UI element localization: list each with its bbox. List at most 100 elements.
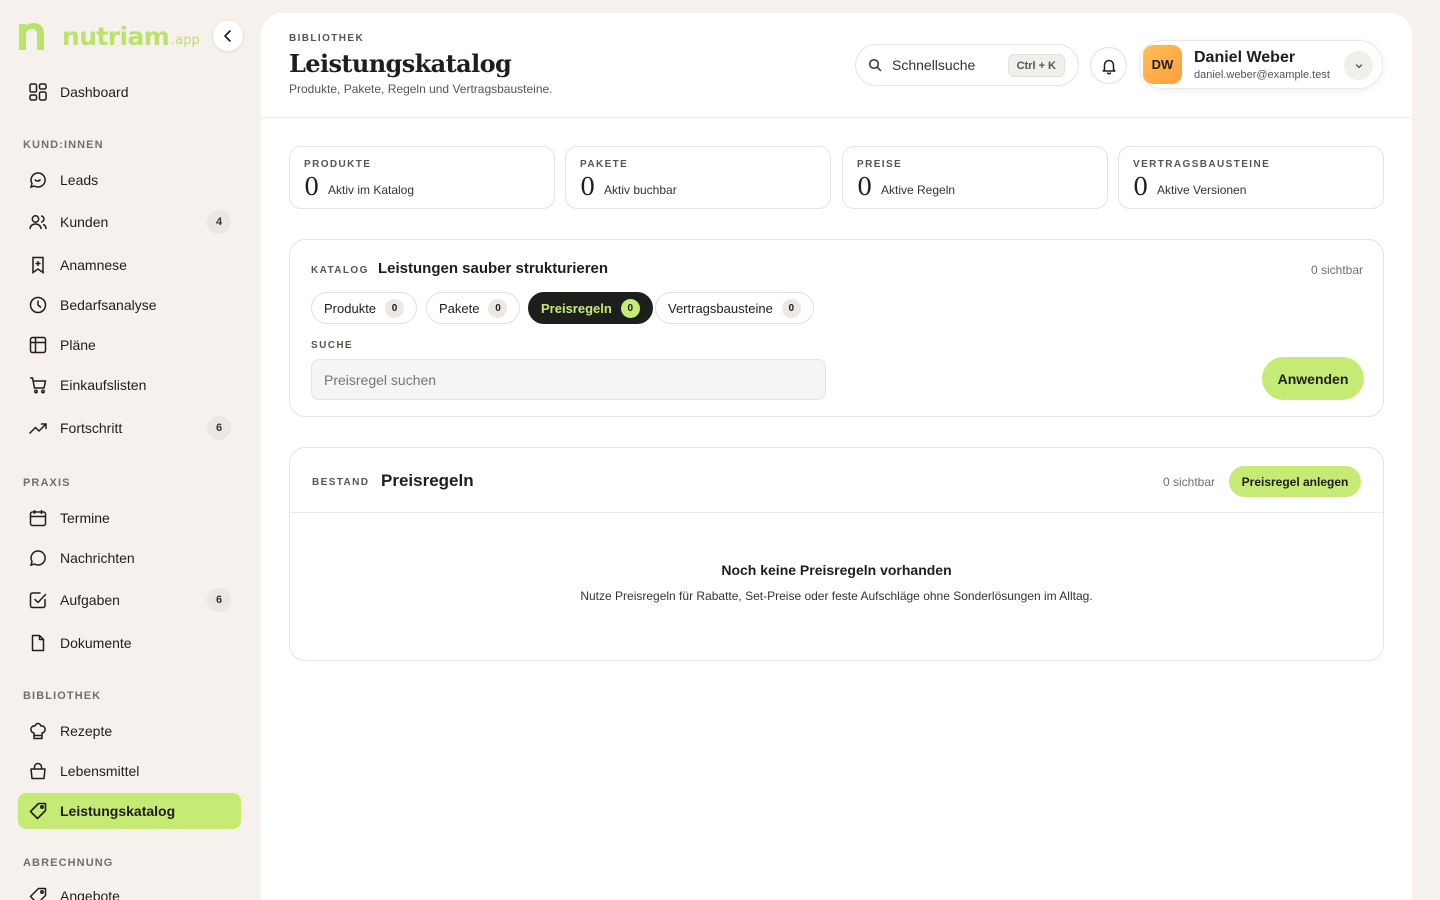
header-eyebrow: BIBLIOTHEK [289, 33, 365, 44]
sidebar-item-lebensmittel[interactable]: Lebensmittel [18, 753, 241, 789]
stat-label: Aktiv buchbar [604, 183, 677, 197]
sidebar-item-leads[interactable]: Leads [18, 162, 241, 198]
stat-card-prices: PREISE 0 Aktive Regeln [842, 146, 1108, 209]
search-label: SUCHE [311, 340, 354, 351]
notifications-button[interactable] [1090, 47, 1127, 84]
stat-eyebrow: PREISE [857, 159, 903, 170]
tab-count: 0 [385, 298, 405, 318]
stat-eyebrow: PAKETE [580, 159, 629, 170]
sidebar-item-plaene[interactable]: Pläne [18, 327, 241, 363]
quick-search-button[interactable]: Schnellsuche Ctrl + K [855, 44, 1079, 86]
sidebar-item-label: Dokumente [60, 635, 132, 651]
sidebar-item-label: Leistungskatalog [60, 803, 176, 819]
shortcut-hint: Ctrl + K [1007, 54, 1065, 77]
sidebar-item-fortschritt[interactable]: Fortschritt 6 [18, 410, 241, 446]
section-customers: KUND:INNEN [23, 139, 104, 151]
stat-eyebrow: VERTRAGSBAUSTEINE [1133, 159, 1271, 170]
inventory-card: BESTAND Preisregeln 0 sichtbar Preisrege… [289, 447, 1384, 661]
sidebar-item-label: Kunden [60, 214, 109, 230]
logo-mark-icon [19, 23, 44, 50]
catalog-search-input[interactable] [311, 359, 826, 400]
stat-card-contract-modules: VERTRAGSBAUSTEINE 0 Aktive Versionen [1118, 146, 1384, 209]
clock-icon [29, 296, 47, 314]
count-badge: 6 [207, 588, 231, 612]
chevron-left-icon [224, 30, 231, 42]
sidebar-item-label: Nachrichten [60, 550, 135, 566]
chef-hat-icon [30, 722, 46, 740]
sidebar-item-einkaufslisten[interactable]: Einkaufslisten [18, 367, 241, 403]
collapse-sidebar-button[interactable] [213, 21, 243, 51]
stat-value: 0 [304, 173, 320, 201]
logo-wordmark: nutriam [62, 22, 170, 51]
tab-produkte[interactable]: Produkte 0 [311, 292, 418, 324]
tag-icon [29, 802, 47, 820]
table-icon [29, 336, 47, 354]
inventory-eyebrow: BESTAND [312, 477, 370, 488]
tab-label: Preisregeln [541, 300, 612, 316]
sidebar-item-kunden[interactable]: Kunden 4 [18, 204, 241, 240]
grid-icon [29, 83, 47, 101]
sidebar-item-nachrichten[interactable]: Nachrichten [18, 540, 241, 576]
sidebar-item-label: Aufgaben [60, 592, 120, 608]
message-icon [29, 550, 46, 567]
sidebar-item-dashboard[interactable]: Dashboard [18, 74, 241, 110]
sidebar-item-label: Rezepte [60, 723, 113, 739]
sidebar-item-leistungskatalog[interactable]: Leistungskatalog [18, 793, 241, 829]
stat-value: 0 [1133, 173, 1149, 201]
stat-eyebrow: PRODUKTE [304, 159, 372, 170]
tab-count: 0 [781, 298, 801, 318]
tab-pakete[interactable]: Pakete 0 [426, 292, 521, 324]
logo[interactable]: nutriam .app [16, 18, 200, 52]
sidebar-item-label: Bedarfsanalyse [60, 297, 157, 313]
sidebar-item-label: Lebensmittel [60, 763, 140, 779]
stat-label: Aktive Regeln [881, 183, 956, 197]
tab-label: Vertragsbausteine [668, 300, 773, 316]
card-divider [290, 512, 1383, 513]
apply-button[interactable]: Anwenden [1262, 357, 1364, 400]
empty-state-title: Noch keine Preisregeln vorhanden [721, 562, 952, 578]
sidebar-item-termine[interactable]: Termine [18, 500, 241, 536]
catalog-visible-count: 0 sichtbar [1310, 263, 1363, 277]
sidebar-item-label: Leads [60, 172, 99, 188]
user-menu-toggle[interactable] [1344, 51, 1373, 80]
stat-label: Aktive Versionen [1157, 183, 1247, 197]
sidebar-item-label: Dashboard [60, 84, 129, 100]
sidebar-item-aufgaben[interactable]: Aufgaben 6 [18, 582, 241, 618]
inventory-title: Preisregeln [381, 471, 474, 490]
checkbox-icon [29, 592, 47, 609]
user-email: daniel.weber@example.test [1194, 69, 1330, 81]
catalog-title: Leistungen sauber strukturieren [378, 260, 609, 277]
tab-preisregeln[interactable]: Preisregeln 0 [528, 292, 653, 324]
sidebar-item-label: Einkaufslisten [60, 377, 147, 393]
inventory-visible-count: 0 sichtbar [1163, 475, 1216, 489]
page-subtitle: Produkte, Pakete, Regeln und Vertragsbau… [289, 82, 553, 96]
basket-icon [30, 762, 46, 780]
sidebar-item-dokumente[interactable]: Dokumente [18, 625, 241, 661]
tab-count: 0 [488, 298, 508, 318]
cart-icon [30, 377, 47, 394]
sidebar-item-rezepte[interactable]: Rezepte [18, 713, 241, 749]
count-badge: 4 [207, 210, 231, 234]
sidebar-item-label: Termine [60, 510, 110, 526]
calendar-icon [29, 510, 47, 527]
tag-icon [29, 887, 47, 900]
trend-icon [29, 423, 47, 434]
section-billing: ABRECHNUNG [23, 857, 114, 869]
empty-state-text: Nutze Preisregeln für Rabatte, Set-Preis… [580, 589, 1093, 603]
sidebar-item-label: Fortschritt [60, 420, 123, 436]
main-panel: BIBLIOTHEK Leistungskatalog Produkte, Pa… [261, 13, 1412, 900]
sidebar-item-anamnese[interactable]: Anamnese [18, 247, 241, 283]
user-menu[interactable]: DW Daniel Weber daniel.weber@example.tes… [1139, 40, 1383, 89]
stat-value: 0 [857, 173, 873, 201]
chevron-down-icon [1355, 63, 1362, 68]
chat-icon [29, 172, 46, 189]
sidebar-item-angebote[interactable]: Angebote [18, 878, 241, 900]
search-icon [868, 58, 882, 72]
bookmark-icon [32, 256, 44, 274]
tab-vertragsbausteine[interactable]: Vertragsbausteine 0 [655, 292, 814, 324]
create-price-rule-button[interactable]: Preisregel anlegen [1229, 466, 1361, 497]
stat-label: Aktiv im Katalog [328, 183, 415, 197]
sidebar-item-bedarfsanalyse[interactable]: Bedarfsanalyse [18, 287, 241, 323]
count-badge: 6 [207, 416, 231, 440]
document-icon [31, 634, 45, 652]
